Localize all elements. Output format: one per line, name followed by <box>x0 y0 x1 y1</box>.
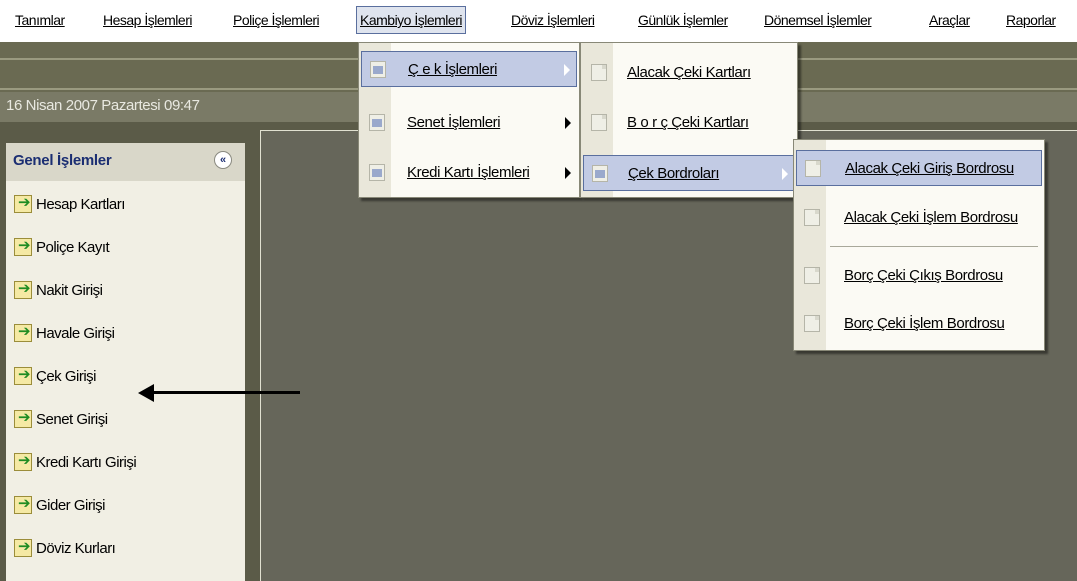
annotation-arrow-line <box>150 391 300 394</box>
menu-cek-bordrolari[interactable]: Çek Bordroları <box>583 155 795 191</box>
submenu-arrow-icon <box>565 117 571 129</box>
panel-body: Hesap Kartları Poliçe Kayıt Nakit Girişi… <box>6 181 245 581</box>
document-icon <box>591 114 607 131</box>
menu-doviz-islemleri[interactable]: Döviz İşlemleri <box>508 8 598 34</box>
task-havale-girisi[interactable]: Havale Girişi <box>14 320 115 348</box>
panel-header[interactable]: Genel İşlemler « <box>6 143 245 181</box>
document-icon <box>804 267 820 284</box>
menu-item-label: Çek Bordroları <box>628 165 720 182</box>
document-icon <box>805 160 821 177</box>
task-label: Kredi Kartı Girişi <box>36 454 137 471</box>
menu-senet-islemleri[interactable]: Senet İşlemleri <box>361 105 577 141</box>
folder-icon <box>592 165 608 182</box>
submenu-arrow-icon <box>564 64 570 76</box>
menu-item-label: Ç e k İşlemleri <box>408 61 498 78</box>
menu-item-label: Senet İşlemleri <box>407 114 501 131</box>
menu-borc-ceki-islem-bordrosu[interactable]: Borç Çeki İşlem Bordrosu <box>796 306 1042 342</box>
document-icon <box>804 315 820 332</box>
menu-item-label: Alacak Çeki İşlem Bordrosu <box>844 209 1018 226</box>
folder-icon <box>369 114 385 131</box>
submenu-arrow-icon <box>782 168 788 180</box>
document-icon <box>804 209 820 226</box>
menu-item-label: B o r ç Çeki Kartları <box>627 114 749 131</box>
menu-gunluk-islemler[interactable]: Günlük İşlemler <box>635 8 731 34</box>
task-kredi-karti-girisi[interactable]: Kredi Kartı Girişi <box>14 449 137 477</box>
task-doviz-kurlari[interactable]: Döviz Kurları <box>14 535 116 563</box>
task-label: Çek Girişi <box>36 368 97 385</box>
menu-kambiyo-islemleri[interactable]: Kambiyo İşlemleri <box>356 6 466 34</box>
menu-item-label: Kredi Kartı İşlemleri <box>407 164 530 181</box>
task-icon <box>14 366 32 385</box>
menu-cek-islemleri[interactable]: Ç e k İşlemleri <box>361 51 577 87</box>
menu-kredi-karti-islemleri[interactable]: Kredi Kartı İşlemleri <box>361 155 577 191</box>
task-nakit-girisi[interactable]: Nakit Girişi <box>14 277 103 305</box>
task-senet-girisi[interactable]: Senet Girişi <box>14 406 108 434</box>
menu-separator <box>830 246 1038 247</box>
task-label: Gider Girişi <box>36 497 106 514</box>
task-label: Hesap Kartları <box>36 196 125 213</box>
menu-bar: Tanımlar Hesap İşlemleri Poliçe İşlemler… <box>0 0 1077 42</box>
menu-item-label: Borç Çeki Çıkış Bordrosu <box>844 267 1003 284</box>
task-icon <box>14 194 32 213</box>
task-label: Poliçe Kayıt <box>36 239 110 256</box>
menu-item-label: Alacak Çeki Giriş Bordrosu <box>845 160 1014 177</box>
task-icon <box>14 452 32 471</box>
document-icon <box>591 64 607 81</box>
kambiyo-menu: Ç e k İşlemleri Senet İşlemleri Kredi Ka… <box>358 42 580 198</box>
cek-islemleri-menu: Alacak Çeki Kartları B o r ç Çeki Kartla… <box>580 42 798 198</box>
cek-bordrolari-menu: Alacak Çeki Giriş Bordrosu Alacak Çeki İ… <box>793 139 1045 351</box>
menu-alacak-ceki-giris-bordrosu[interactable]: Alacak Çeki Giriş Bordrosu <box>796 150 1042 186</box>
task-icon <box>14 538 32 557</box>
task-police-kayit[interactable]: Poliçe Kayıt <box>14 234 110 262</box>
task-panel: Genel İşlemler « Hesap Kartları Poliçe K… <box>0 122 252 581</box>
annotation-arrow-icon <box>138 384 154 402</box>
task-icon <box>14 323 32 342</box>
task-gider-girisi[interactable]: Gider Girişi <box>14 492 106 520</box>
menu-donemsel-islemler[interactable]: Dönemsel İşlemler <box>761 8 874 34</box>
task-icon <box>14 495 32 514</box>
folder-icon <box>370 61 386 78</box>
task-icon <box>14 280 32 299</box>
task-label: Senet Girişi <box>36 411 108 428</box>
task-hesap-kartlari[interactable]: Hesap Kartları <box>14 191 125 219</box>
panel-title: Genel İşlemler <box>13 152 112 169</box>
menu-police-islemleri[interactable]: Poliçe İşlemleri <box>230 8 322 34</box>
task-icon <box>14 409 32 428</box>
menu-tanimlar[interactable]: Tanımlar <box>12 8 68 34</box>
menu-hesap-islemleri[interactable]: Hesap İşlemleri <box>100 8 195 34</box>
menu-alacak-ceki-kartlari[interactable]: Alacak Çeki Kartları <box>583 55 795 91</box>
menu-raporlar[interactable]: Raporlar <box>1003 8 1059 34</box>
task-cek-girisi[interactable]: Çek Girişi <box>14 363 97 391</box>
date-time-label: 16 Nisan 2007 Pazartesi 09:47 <box>6 97 200 114</box>
menu-alacak-ceki-islem-bordrosu[interactable]: Alacak Çeki İşlem Bordrosu <box>796 200 1042 236</box>
menu-borc-ceki-cikis-bordrosu[interactable]: Borç Çeki Çıkış Bordrosu <box>796 258 1042 294</box>
task-label: Havale Girişi <box>36 325 115 342</box>
task-label: Döviz Kurları <box>36 540 116 557</box>
menu-borc-ceki-kartlari[interactable]: B o r ç Çeki Kartları <box>583 105 795 141</box>
collapse-icon[interactable]: « <box>214 151 232 169</box>
menu-araclar[interactable]: Araçlar <box>926 8 973 34</box>
submenu-arrow-icon <box>565 167 571 179</box>
task-icon <box>14 237 32 256</box>
task-label: Nakit Girişi <box>36 282 103 299</box>
folder-icon <box>369 164 385 181</box>
menu-item-label: Alacak Çeki Kartları <box>627 64 751 81</box>
menu-item-label: Borç Çeki İşlem Bordrosu <box>844 315 1005 332</box>
